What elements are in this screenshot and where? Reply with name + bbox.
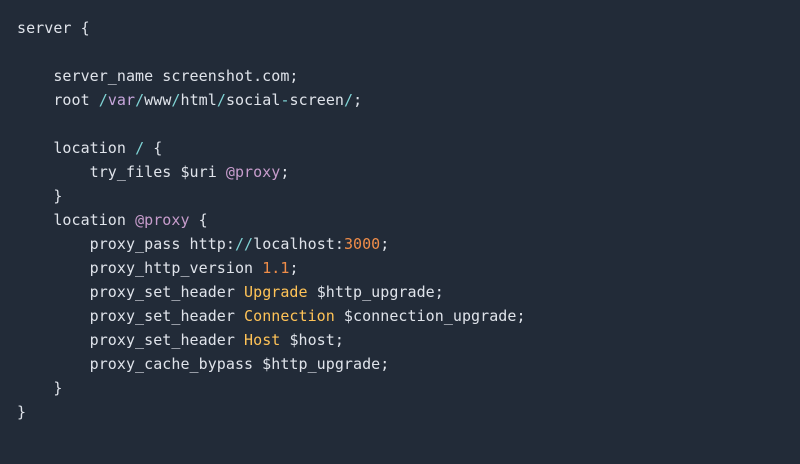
code-token: 1.1 — [262, 259, 290, 277]
code-line: location / { — [17, 136, 800, 160]
code-token: { — [144, 139, 163, 157]
code-token: { — [189, 211, 208, 229]
code-line: try_files $uri @proxy; — [17, 160, 800, 184]
code-token: root — [17, 91, 99, 109]
code-token: try_files $uri — [17, 163, 226, 181]
code-token: / — [171, 91, 181, 109]
code-token: proxy_pass http: — [17, 235, 235, 253]
code-token: var — [107, 91, 136, 109]
code-token: / — [216, 91, 226, 109]
code-line: server_name screenshot.com; — [17, 64, 800, 88]
code-token: proxy_set_header — [17, 283, 245, 301]
code-token: proxy_cache_bypass $http_upgrade; — [17, 355, 390, 373]
code-token: } — [17, 187, 63, 205]
code-line: root /var/www/html/social-screen/; — [17, 88, 800, 112]
code-line: proxy_cache_bypass $http_upgrade; — [17, 352, 800, 376]
code-token: screen — [289, 91, 345, 109]
code-line: server { — [17, 16, 800, 40]
code-token: www — [144, 91, 172, 109]
code-token: @proxy — [135, 211, 190, 229]
code-panel: server { server_name screenshot.com; roo… — [0, 0, 800, 464]
code-token: Upgrade — [244, 283, 308, 301]
code-token: ; — [380, 235, 390, 253]
code-token: / — [135, 139, 145, 157]
code-token: social — [225, 91, 281, 109]
code-token: - — [280, 91, 290, 109]
code-token: // — [234, 235, 254, 253]
code-token: Host — [244, 331, 281, 349]
code-token: } — [17, 403, 27, 421]
code-line: proxy_pass http://localhost:3000; — [17, 232, 800, 256]
code-token: 3000 — [343, 235, 381, 253]
code-token: proxy_http_version — [17, 259, 263, 277]
code-token: location — [17, 211, 136, 229]
code-token: $host; — [280, 331, 344, 349]
code-block: server { server_name screenshot.com; roo… — [17, 16, 800, 424]
code-token: / — [344, 91, 354, 109]
code-line: proxy_http_version 1.1; — [17, 256, 800, 280]
code-token: / — [135, 91, 145, 109]
code-line: } — [17, 400, 800, 424]
code-line: location @proxy { — [17, 208, 800, 232]
code-token: ; — [280, 163, 290, 181]
code-line: proxy_set_header Host $host; — [17, 328, 800, 352]
code-token: ; — [289, 259, 299, 277]
code-token: ; — [353, 91, 363, 109]
code-token: } — [17, 379, 63, 397]
code-token: Connection — [244, 307, 335, 325]
code-line: proxy_set_header Upgrade $http_upgrade; — [17, 280, 800, 304]
code-token: location — [17, 139, 136, 157]
code-token: proxy_set_header — [17, 331, 245, 349]
code-line: proxy_set_header Connection $connection_… — [17, 304, 800, 328]
code-token: html — [180, 91, 217, 109]
code-token: server_name screenshot.com; — [17, 67, 299, 85]
code-line: } — [17, 184, 800, 208]
code-line: } — [17, 376, 800, 400]
code-token: proxy_set_header — [17, 307, 245, 325]
code-token: localhost: — [253, 235, 344, 253]
code-token: server { — [17, 19, 90, 37]
code-token: $connection_upgrade; — [334, 307, 526, 325]
code-token: $http_upgrade; — [307, 283, 444, 301]
code-token: / — [98, 91, 108, 109]
code-token: @proxy — [225, 163, 281, 181]
